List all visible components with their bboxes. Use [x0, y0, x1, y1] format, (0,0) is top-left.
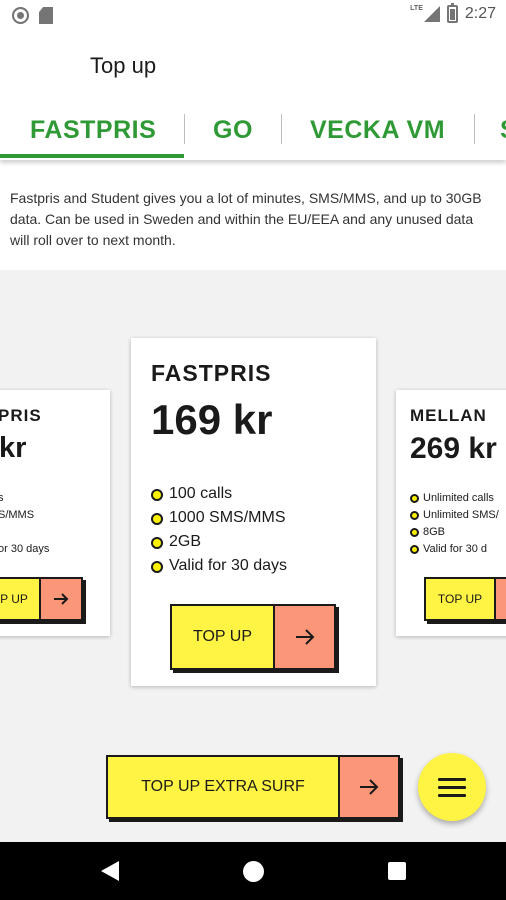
- plan-price: 169 kr: [151, 396, 273, 443]
- top-up-button[interactable]: TOP UP: [424, 577, 506, 621]
- battery-icon: [446, 3, 458, 23]
- top-up-extra-surf-button[interactable]: TOP UP EXTRA SURF: [106, 755, 400, 819]
- notification-circle-icon: [12, 7, 29, 24]
- menu-fab-button[interactable]: [418, 753, 486, 821]
- top-up-button[interactable]: TOP UP: [170, 604, 336, 670]
- feature-item: [0, 524, 49, 541]
- bullet-icon: [410, 494, 419, 503]
- page-title: Top up: [90, 53, 157, 78]
- tab-fastpris[interactable]: FASTPRIS: [30, 116, 156, 145]
- sd-card-icon: [39, 7, 53, 24]
- tab-next[interactable]: S: [500, 116, 506, 145]
- plan-name: FASTPRIS: [151, 360, 272, 386]
- plan-features: Unlimited calls Unlimited SMS/ 8GB Valid…: [410, 490, 499, 558]
- bullet-icon: [151, 561, 163, 573]
- plan-card-left[interactable]: PRIS kr s S/MMS or 30 days P UP: [0, 390, 110, 636]
- plan-name: MELLAN: [410, 406, 487, 425]
- plan-features: 100 calls 1000 SMS/MMS 2GB Valid for 30 …: [151, 482, 287, 578]
- tab-divider: [184, 114, 185, 144]
- arrow-right-icon: [338, 757, 398, 817]
- plan-price: kr: [0, 432, 27, 464]
- feature-item: 8GB: [410, 524, 499, 541]
- arrow-right-icon: [494, 579, 506, 619]
- bullet-icon: [151, 489, 163, 501]
- network-type: LTE: [410, 4, 423, 12]
- feature-item: Unlimited calls: [410, 490, 499, 507]
- feature-item: or 30 days: [0, 543, 50, 555]
- top-up-button-label: P UP: [0, 579, 39, 619]
- bullet-icon: [151, 513, 163, 525]
- selected-tab-indicator: [0, 154, 184, 158]
- plan-price: 269 kr: [410, 432, 497, 465]
- menu-icon: [438, 777, 466, 781]
- signal-icon: [423, 6, 440, 22]
- plan-name: PRIS: [0, 406, 42, 425]
- arrow-right-icon: [39, 579, 81, 619]
- feature-item: Valid for 30 d: [410, 541, 499, 558]
- feature-item: s: [0, 492, 4, 504]
- feature-item: Unlimited SMS/: [410, 507, 499, 524]
- plan-card-mellan[interactable]: MELLAN 269 kr Unlimited calls Unlimited …: [396, 390, 506, 636]
- plan-features: s S/MMS or 30 days: [0, 490, 49, 558]
- top-up-button-label: TOP UP: [426, 579, 494, 619]
- tab-divider: [281, 114, 282, 144]
- arrow-right-icon: [273, 606, 334, 668]
- plan-description: Fastpris and Student gives you a lot of …: [10, 190, 482, 248]
- tab-vecka-vm[interactable]: VECKA VM: [310, 116, 445, 145]
- bullet-icon: [410, 511, 419, 520]
- bullet-icon: [410, 528, 419, 537]
- clock: 2:27: [464, 5, 496, 22]
- plan-card-fastpris[interactable]: FASTPRIS 169 kr 100 calls 1000 SMS/MMS 2…: [131, 338, 376, 686]
- tab-go[interactable]: GO: [213, 116, 253, 145]
- plan-carousel[interactable]: PRIS kr s S/MMS or 30 days P UP FASTPRIS…: [0, 270, 506, 842]
- extra-surf-button-label: TOP UP EXTRA SURF: [108, 757, 338, 817]
- tab-bar: FASTPRIS GO VECKA VM S: [0, 102, 506, 160]
- top-up-button-label: TOP UP: [172, 606, 273, 668]
- top-up-button[interactable]: P UP: [0, 577, 83, 621]
- navigation-bar: [0, 842, 506, 900]
- feature-item: Valid for 30 days: [151, 554, 287, 578]
- feature-item: 100 calls: [151, 482, 287, 506]
- bullet-icon: [151, 537, 163, 549]
- feature-item: 1000 SMS/MMS: [151, 506, 287, 530]
- recents-icon[interactable]: [388, 862, 406, 880]
- status-bar: LTE 2:27: [0, 0, 506, 32]
- feature-item: S/MMS: [0, 509, 35, 521]
- back-icon[interactable]: [101, 861, 119, 881]
- feature-item: 2GB: [151, 530, 287, 554]
- tab-divider: [474, 114, 475, 144]
- home-icon[interactable]: [243, 861, 264, 882]
- screen: LTE 2:27 Top up FASTPRIS GO VECKA VM S F…: [0, 0, 506, 900]
- bullet-icon: [410, 545, 419, 554]
